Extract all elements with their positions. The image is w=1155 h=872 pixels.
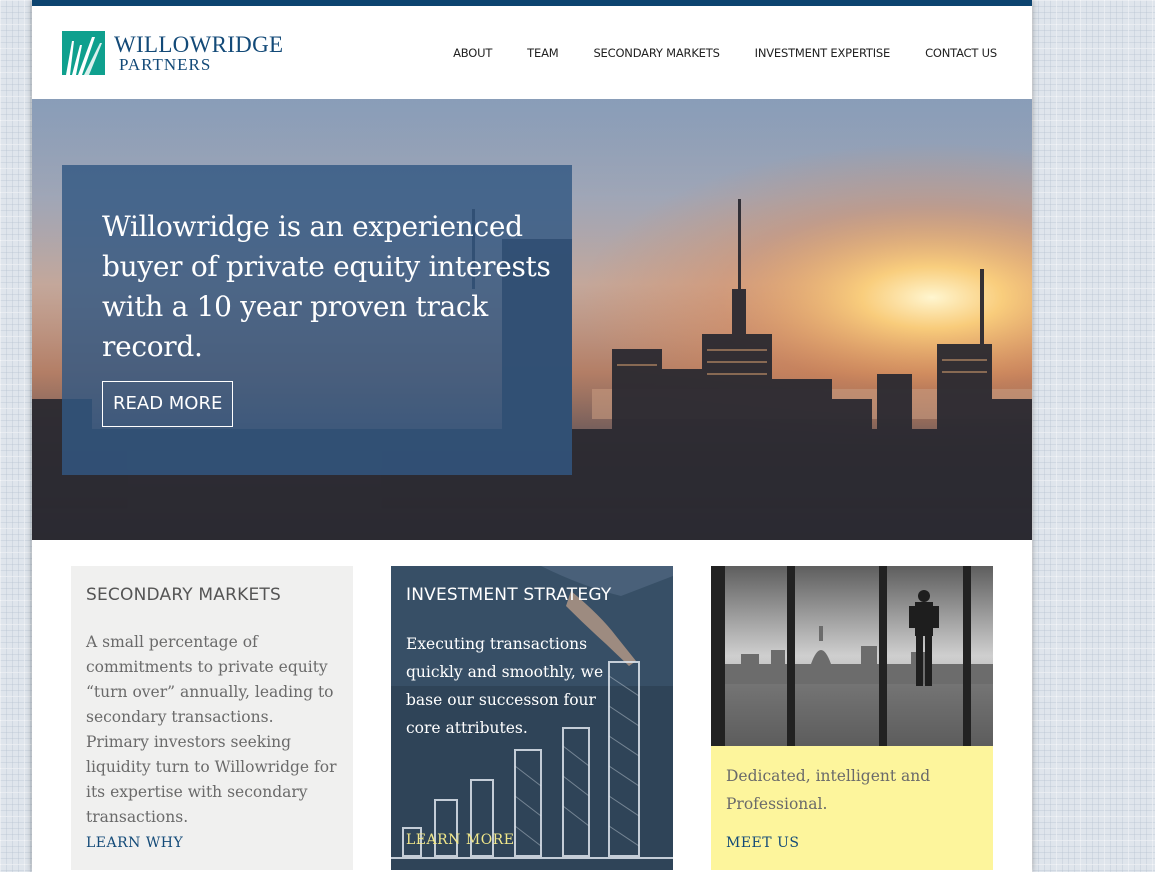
card-title: SECONDARY MARKETS [86,585,282,605]
card-team: Dedicated, intelligent and Professional.… [711,566,993,870]
page: WILLOWRIDGE PARTNERS ABOUT TEAM SECONDAR… [32,0,1032,872]
logo-text: WILLOWRIDGE PARTNERS [114,33,283,73]
card-investment-strategy: INVESTMENT STRATEGY Executing transactio… [391,566,673,870]
hero-headline: Willowridge is an experienced buyer of p… [102,210,551,363]
man-looking-at-city-image [711,566,993,746]
nav-team[interactable]: TEAM [527,46,558,60]
logo-subtitle: PARTNERS [119,55,212,74]
nav-investment-expertise[interactable]: INVESTMENT EXPERTISE [755,46,891,60]
learn-more-link[interactable]: LEARN MORE [406,832,514,848]
learn-why-link[interactable]: LEARN WHY [86,835,183,851]
card-text: Dedicated, intelligent and Professional. [726,767,931,813]
site-header: WILLOWRIDGE PARTNERS ABOUT TEAM SECONDAR… [32,6,1032,99]
feature-cards: SECONDARY MARKETS A small percentage of … [32,566,1032,872]
card-text: Executing transactions quickly and smoot… [406,635,604,737]
nav-contact-us[interactable]: CONTACT US [925,46,997,60]
card-title: INVESTMENT STRATEGY [406,585,612,605]
card-secondary-markets: SECONDARY MARKETS A small percentage of … [71,566,353,870]
meet-us-link[interactable]: MEET US [726,835,799,851]
logo[interactable]: WILLOWRIDGE PARTNERS [62,31,283,75]
card-text: A small percentage of commitments to pri… [86,633,337,826]
hero-overlay-box: Willowridge is an experienced buyer of p… [62,165,572,475]
read-more-button[interactable]: READ MORE [102,381,234,427]
logo-name: WILLOWRIDGE [114,32,284,57]
hero-banner: Willowridge is an experienced buyer of p… [32,99,1032,540]
willowridge-w-logo-icon [62,31,105,75]
nav-secondary-markets[interactable]: SECONDARY MARKETS [593,46,719,60]
nav-about[interactable]: ABOUT [453,46,492,60]
main-nav: ABOUT TEAM SECONDARY MARKETS INVESTMENT … [418,46,997,60]
